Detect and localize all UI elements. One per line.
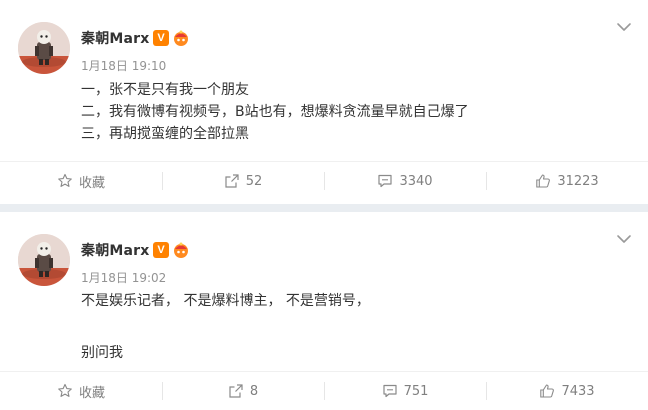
favorite-button[interactable]: 收藏	[0, 162, 162, 200]
comment-icon	[378, 174, 393, 188]
comment-icon	[382, 384, 397, 398]
content-line: 不是娱乐记者， 不是爆料博主， 不是营销号，	[81, 293, 370, 309]
repost-count: 52	[245, 173, 263, 189]
repost-count: 8	[249, 383, 259, 399]
like-count: 7433	[561, 383, 595, 399]
post-content: 一，张不是只有我一个朋友 二，我有微博有视频号，B站也有，想爆料贪流量早就自己爆…	[81, 79, 469, 145]
like-button[interactable]: 31223	[486, 162, 648, 200]
post-card: 秦朝Marx V 1月18日 19:10 一，张不是只有我一个朋友 二，我有微博…	[0, 0, 648, 204]
favorite-button[interactable]: 收藏	[0, 372, 162, 410]
post-separator	[0, 204, 648, 212]
favorite-label: 收藏	[78, 385, 105, 401]
favorite-label: 收藏	[78, 175, 105, 191]
star-icon	[58, 173, 72, 187]
action-bar: 收藏 8 751 7433	[0, 371, 648, 409]
weibo-feed: 秦朝Marx V 1月18日 19:10 一，张不是只有我一个朋友 二，我有微博…	[0, 0, 648, 410]
vip-hat-icon	[174, 242, 188, 258]
content-line	[81, 312, 370, 334]
thumbs-up-icon	[540, 384, 555, 398]
content-line: 一，张不是只有我一个朋友	[81, 82, 249, 98]
verified-v-icon: V	[153, 30, 169, 46]
action-bar: 收藏 52 3340 31223	[0, 161, 648, 199]
content-line: 二，我有微博有视频号，B站也有，想爆料贪流量早就自己爆了	[81, 104, 469, 120]
comment-count: 3340	[399, 173, 433, 189]
repost-icon	[225, 174, 239, 188]
repost-button[interactable]: 8	[162, 372, 324, 410]
username[interactable]: 秦朝Marx	[81, 28, 150, 48]
content-line: 别问我	[81, 345, 123, 361]
star-icon	[58, 383, 72, 397]
post-card: 秦朝Marx V 1月18日 19:02 不是娱乐记者， 不是爆料博主， 不是营…	[0, 212, 648, 410]
chevron-down-icon[interactable]	[616, 234, 632, 244]
avatar[interactable]	[18, 234, 70, 286]
chevron-down-icon[interactable]	[616, 22, 632, 32]
repost-button[interactable]: 52	[162, 162, 324, 200]
post-timestamp[interactable]: 1月18日 19:10	[81, 57, 166, 74]
vip-hat-icon	[174, 30, 188, 46]
content-line: 三，再胡搅蛮缠的全部拉黑	[81, 126, 249, 142]
comment-button[interactable]: 3340	[324, 162, 486, 200]
verified-v-icon: V	[153, 242, 169, 258]
like-count: 31223	[557, 173, 599, 189]
comment-count: 751	[403, 383, 429, 399]
thumbs-up-icon	[536, 174, 551, 188]
post-timestamp[interactable]: 1月18日 19:02	[81, 269, 166, 286]
comment-button[interactable]: 751	[324, 372, 486, 410]
avatar[interactable]	[18, 22, 70, 74]
repost-icon	[229, 384, 243, 398]
like-button[interactable]: 7433	[486, 372, 648, 410]
post-content: 不是娱乐记者， 不是爆料博主， 不是营销号， 别问我	[81, 290, 370, 364]
username[interactable]: 秦朝Marx	[81, 240, 150, 260]
